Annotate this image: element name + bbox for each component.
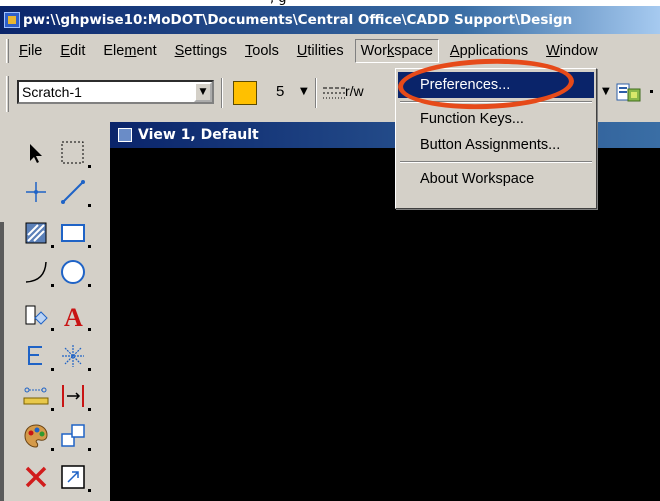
toolbar-separator — [221, 78, 223, 108]
copy-element-icon[interactable] — [55, 418, 91, 454]
place-arc-icon[interactable] — [18, 254, 54, 290]
toolbar-separator — [315, 78, 317, 108]
change-attributes-icon[interactable] — [18, 418, 54, 454]
menubar: File Edit Element Settings Tools Utiliti… — [0, 34, 660, 68]
menu-workspace[interactable]: Workspace — [354, 39, 439, 63]
line-style-value: r/w — [345, 83, 364, 99]
main-tool-palette: A — [0, 122, 110, 501]
menu-utilities[interactable]: Utilities — [296, 39, 345, 63]
menu-window[interactable]: Window — [545, 39, 599, 63]
menu-applications[interactable]: Applications — [449, 39, 529, 63]
active-level-combo[interactable]: Scratch-1 ▼ — [17, 80, 214, 104]
measure-distance-icon[interactable] — [18, 378, 54, 414]
place-rectangle-icon[interactable] — [55, 215, 91, 251]
modify-element-icon[interactable] — [55, 378, 91, 414]
view-window-title: View 1, Default — [138, 127, 259, 143]
menu-separator — [398, 158, 594, 166]
active-level-value: Scratch-1 — [22, 84, 82, 100]
patterning-icon[interactable] — [18, 215, 54, 251]
place-line-icon[interactable] — [55, 174, 91, 210]
toolbar-grip[interactable] — [6, 76, 9, 112]
element-template-icon[interactable] — [616, 81, 642, 105]
microstation-app-icon[interactable] — [4, 12, 20, 28]
menu-item-label: Button Assignments... — [420, 137, 561, 153]
active-weight-value[interactable]: 5 — [276, 83, 284, 100]
place-text-icon[interactable]: A — [55, 298, 91, 334]
menu-item-about-workspace[interactable]: About Workspace — [398, 166, 594, 192]
toolbar-more-icon[interactable] — [650, 90, 653, 93]
menu-item-preferences[interactable]: Preferences... — [398, 72, 594, 98]
menu-file[interactable]: File — [18, 39, 43, 63]
level-dropdown-arrow-icon[interactable]: ▼ — [194, 82, 212, 102]
menu-item-label: Preferences... — [420, 77, 511, 93]
palette-edge — [0, 222, 4, 501]
weight-dropdown-arrow-icon[interactable]: ▼ — [300, 86, 308, 97]
delete-element-icon[interactable] — [18, 459, 54, 495]
workspace-menu-dropdown: Preferences... Function Keys... Button A… — [395, 68, 597, 209]
svg-text:A: A — [64, 303, 83, 330]
menu-item-label: Function Keys... — [420, 111, 524, 127]
window-titlebar[interactable]: pw:\\ghpwise10:MoDOT\Documents\Central O… — [0, 6, 660, 34]
menu-element[interactable]: Element — [102, 39, 157, 63]
cell-icon[interactable] — [18, 298, 54, 334]
place-point-icon[interactable] — [18, 174, 54, 210]
menu-separator — [398, 98, 594, 106]
menubar-grip[interactable] — [6, 39, 9, 63]
menu-tools[interactable]: Tools — [244, 39, 280, 63]
line-style-icon[interactable] — [322, 85, 346, 101]
view-window-icon[interactable] — [118, 128, 132, 142]
menu-item-label: About Workspace — [420, 171, 535, 187]
menu-item-button-assignments[interactable]: Button Assignments... — [398, 132, 594, 158]
element-selection-icon[interactable] — [18, 135, 54, 171]
menu-settings[interactable]: Settings — [174, 39, 228, 63]
menu-item-function-keys[interactable]: Function Keys... — [398, 106, 594, 132]
menu-edit[interactable]: Edit — [59, 39, 86, 63]
place-circle-icon[interactable] — [55, 254, 91, 290]
dimension-icon[interactable] — [18, 338, 54, 374]
active-color-swatch[interactable] — [233, 81, 257, 105]
toolbar-dropdown-arrow-icon[interactable]: ▼ — [602, 86, 610, 97]
window-title: pw:\\ghpwise10:MoDOT\Documents\Central O… — [23, 12, 573, 28]
point-array-icon[interactable] — [55, 338, 91, 374]
fence-icon[interactable] — [55, 135, 91, 171]
scale-element-icon[interactable] — [55, 459, 91, 495]
